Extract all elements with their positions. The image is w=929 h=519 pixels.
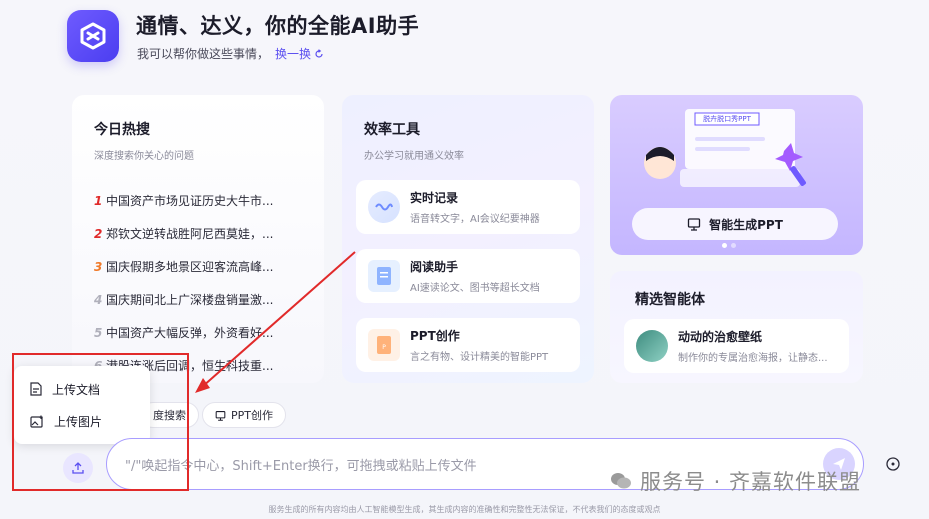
ppt-file-icon: P <box>368 329 400 361</box>
disclaimer-footer: 服务生成的所有内容均由人工智能模型生成，其生成内容的准确性和完整性无法保证，不代… <box>268 505 661 514</box>
hot-search-item[interactable]: 2 郑钦文逆转战胜阿尼西莫娃，... <box>94 217 324 250</box>
refresh-icon <box>315 48 323 58</box>
hot-search-item[interactable]: 5 中国资产大幅反弹，外资看好... <box>94 316 324 349</box>
tools-title: 效率工具 <box>364 122 420 138</box>
watermark-text: 服务号 · 齐嘉软件联盟 <box>640 470 862 494</box>
generate-ppt-label: 智能生成PPT <box>709 217 783 232</box>
agent-title: 动动的治愈壁纸 <box>678 330 763 344</box>
ppt-create-label: PPT创作 <box>231 409 273 422</box>
agent-item-wallpaper[interactable]: 动动的治愈壁纸 制作你的专属治愈海报，让静态... <box>624 319 849 373</box>
tool-title: 阅读助手 <box>410 260 459 274</box>
rank-number: 3 <box>94 259 103 274</box>
document-reader-icon <box>368 260 400 292</box>
svg-text:P: P <box>382 344 386 351</box>
hot-search-text: 国庆假期多地景区迎客流高峰... <box>106 260 274 274</box>
ppt-create-chip[interactable]: PPT创作 <box>202 402 286 428</box>
hot-search-text: 中国资产市场见证历史大牛市... <box>106 194 274 208</box>
hot-search-title: 今日热搜 <box>94 122 150 138</box>
presentation-icon <box>687 218 701 231</box>
rank-number: 2 <box>94 226 103 241</box>
tool-reading-assistant[interactable]: 阅读助手 AI速读论文、图书等超长文档 <box>356 249 580 303</box>
page-subtitle: 我可以帮你做这些事情， 换一换 <box>137 45 324 62</box>
wechat-icon <box>611 473 631 489</box>
wallpaper-thumbnail <box>636 330 668 362</box>
rank-number: 5 <box>94 325 103 340</box>
hot-search-item[interactable]: 1 中国资产市场见证历史大牛市... <box>94 184 324 217</box>
tool-ppt-creation[interactable]: P PPT创作 言之有物、设计精美的智能PPT <box>356 318 580 372</box>
generate-ppt-button[interactable]: 智能生成PPT <box>632 208 838 240</box>
rank-number: 4 <box>94 292 103 307</box>
refresh-suggestions-button[interactable]: 换一换 <box>275 45 324 62</box>
agent-desc: 制作你的专属治愈海报，让静态... <box>678 353 828 364</box>
tool-realtime-record[interactable]: 实时记录 语音转文字，AI会议纪要神器 <box>356 180 580 234</box>
app-logo <box>67 10 119 62</box>
rank-number: 1 <box>94 193 103 208</box>
tool-desc: 语音转文字，AI会议纪要神器 <box>410 214 540 225</box>
hot-search-item[interactable]: 4 国庆期间北上广深楼盘销量激... <box>94 283 324 316</box>
slide-caption: 脱卉脱口秀PPT <box>703 115 751 123</box>
subtitle-text: 我可以帮你做这些事情， <box>137 47 270 61</box>
carousel-dot-active[interactable] <box>722 243 727 248</box>
tool-title: PPT创作 <box>410 329 460 343</box>
hot-search-subtitle: 深度搜索你关心的问题 <box>94 151 194 162</box>
agents-title: 精选智能体 <box>635 292 705 308</box>
carousel-dots <box>722 243 736 248</box>
carousel-dot[interactable] <box>731 243 736 248</box>
annotation-highlight-box <box>12 353 189 491</box>
tools-subtitle: 办公学习就用通义效率 <box>364 151 464 162</box>
hot-search-item[interactable]: 3 国庆假期多地景区迎客流高峰... <box>94 250 324 283</box>
tongyi-logo-icon <box>80 22 106 50</box>
hot-search-card: 今日热搜 深度搜索你关心的问题 1 中国资产市场见证历史大牛市... 2 郑钦文逆转… <box>72 95 324 383</box>
presentation-icon <box>215 410 226 421</box>
tool-desc: AI速读论文、图书等超长文档 <box>410 283 540 294</box>
watermark: 服务号 · 齐嘉软件联盟 <box>610 466 861 496</box>
page-title: 通情、达义，你的全能AI助手 <box>136 14 420 38</box>
waveform-icon <box>368 191 400 223</box>
hot-search-text: 中国资产大幅反弹，外资看好... <box>106 326 274 340</box>
switch-label: 换一换 <box>275 47 312 61</box>
tool-desc: 言之有物、设计精美的智能PPT <box>410 352 549 363</box>
tool-title: 实时记录 <box>410 191 459 205</box>
assistant-icon[interactable] <box>884 455 902 477</box>
hot-search-text: 国庆期间北上广深楼盘销量激... <box>106 293 274 307</box>
hot-search-text: 郑钦文逆转战胜阿尼西莫娃，... <box>106 227 274 241</box>
